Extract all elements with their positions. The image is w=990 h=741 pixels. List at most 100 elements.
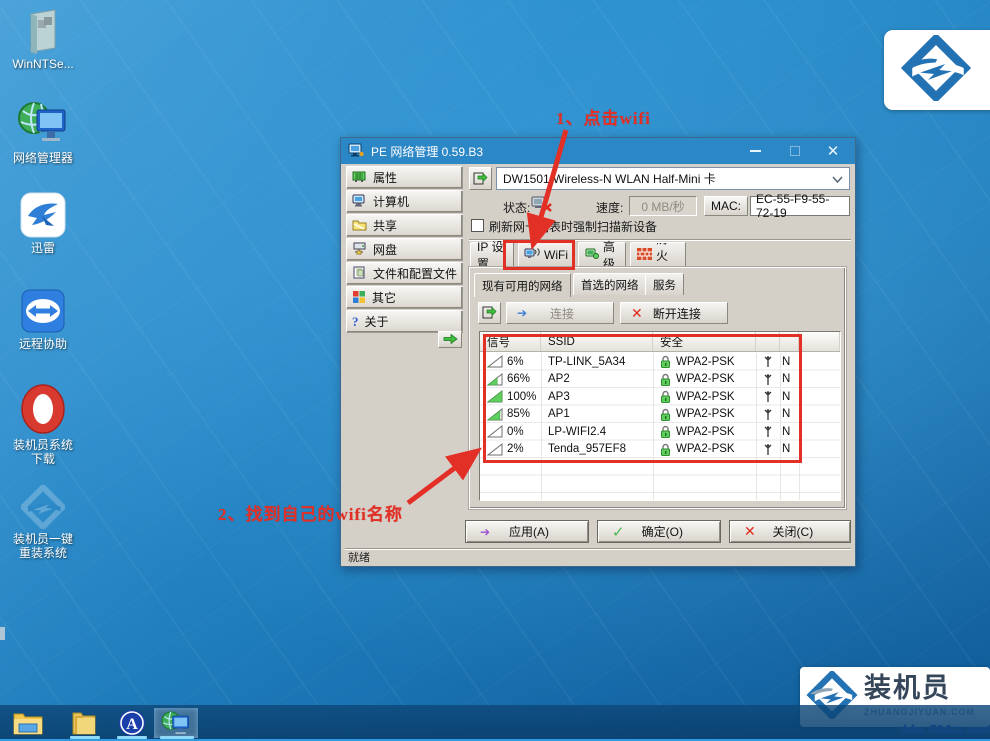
close-dialog-label: 关闭(C): [756, 523, 830, 540]
green-arrow-icon: [443, 333, 458, 347]
config-file-icon: [352, 266, 367, 282]
sidebar-label: 网盘: [373, 241, 397, 258]
tab-advanced[interactable]: 高级: [578, 242, 626, 267]
close-x-icon: ✕: [744, 523, 756, 540]
apply-button[interactable]: ➔ 应用(A): [465, 520, 589, 543]
connect-label: 连接: [527, 305, 597, 322]
thunder-bird-icon: [0, 192, 86, 238]
window-titlebar[interactable]: PE 网络管理 0.59.B3 ✕: [341, 138, 855, 164]
close-dialog-button[interactable]: ✕ 关闭(C): [729, 520, 851, 543]
desktop-icon-label: 远程协助: [0, 337, 86, 351]
teamviewer-icon: [0, 288, 86, 334]
software-box-icon: [0, 8, 86, 54]
subtab-preferred-networks[interactable]: 首选的网络: [573, 273, 647, 295]
sidebar-item-other[interactable]: 其它: [346, 286, 463, 309]
connect-button[interactable]: ➔ 连接: [506, 302, 614, 324]
sidebar-label: 关于: [365, 313, 389, 330]
svg-text:A: A: [126, 716, 138, 733]
subtab-services[interactable]: 服务: [645, 273, 684, 295]
refresh-networks-button[interactable]: [478, 302, 501, 324]
sidebar-label: 其它: [372, 289, 396, 306]
subtab-label: 服务: [653, 277, 676, 293]
minimize-button[interactable]: [735, 138, 775, 164]
apply-label: 应用(A): [490, 523, 568, 540]
sidebar-expand-button[interactable]: [438, 331, 462, 348]
mac-value: EC-55-F9-55-72-19: [750, 196, 850, 216]
adapter-select[interactable]: DW1501 Wireless-N WLAN Half-Mini 卡: [496, 167, 850, 190]
desktop-icon-label: 下载: [0, 452, 86, 466]
disconnect-label: 断开连接: [643, 305, 711, 322]
sidebar-label: 属性: [373, 169, 397, 186]
cutoff-icon-sliver: [0, 627, 5, 640]
firewall-brick-icon: [637, 248, 652, 263]
advanced-icon: [585, 247, 599, 263]
annotation-box-network-list: [483, 334, 802, 463]
refresh-export-icon: [473, 170, 488, 188]
subtab-label: 首选的网络: [581, 277, 639, 293]
subtab-label: 现有可用的网络: [482, 278, 563, 294]
desktop-icon-label: WinNTSe...: [0, 57, 86, 71]
sidebar-item-files[interactable]: 文件和配置文件: [346, 262, 463, 285]
ok-label: 确定(O): [625, 523, 700, 540]
desktop-icon-label: 网络管理器: [0, 151, 86, 165]
taskbar-explorer-icon[interactable]: [6, 708, 50, 738]
disconnected-status-icon: [531, 195, 553, 216]
squares-icon: [352, 290, 366, 306]
sidebar-item-netdrive[interactable]: 网盘: [346, 238, 463, 261]
computer-icon: [352, 194, 367, 210]
rescan-adapter-button[interactable]: [469, 167, 492, 190]
sidebar-item-properties[interactable]: 属性: [346, 166, 463, 189]
desktop-icon-label: 装机员一键: [0, 532, 86, 546]
annotation-step1: 1、点击wifi: [556, 104, 651, 129]
sidebar-item-share[interactable]: 共享: [346, 214, 463, 237]
desktop-icon-zjy-reinstall[interactable]: 装机员一键 重装系统: [0, 485, 86, 560]
sidebar-label: 共享: [373, 217, 397, 234]
mac-label[interactable]: MAC:: [704, 196, 748, 216]
desktop-icon-zjy-download[interactable]: 装机员系统 下载: [0, 383, 86, 466]
ok-check-icon: ✓: [612, 523, 625, 541]
globe-monitor-icon: [0, 98, 86, 148]
subtab-available-networks[interactable]: 现有可用的网络: [474, 273, 571, 297]
status-label: 状态:: [503, 199, 530, 216]
annotation-box-wifi-tab: [503, 240, 575, 270]
desktop-icon-label: 装机员系统: [0, 438, 86, 452]
tab-label: 防火墙: [656, 242, 679, 267]
maximize-button[interactable]: [775, 138, 815, 164]
question-mark-icon: ?: [352, 314, 359, 330]
taskbar-network-manager-icon[interactable]: [154, 708, 198, 738]
desktop-icon-label: 重装系统: [0, 546, 86, 560]
brand-name: 装机员: [864, 673, 951, 703]
desktop-icon-xunlei[interactable]: 迅雷: [0, 192, 86, 255]
force-scan-checkbox[interactable]: [471, 219, 484, 232]
ok-button[interactable]: ✓ 确定(O): [597, 520, 721, 543]
sidebar-label: 文件和配置文件: [373, 265, 457, 282]
connect-arrow-icon: ➔: [517, 306, 527, 320]
sidebar-label: 计算机: [373, 193, 409, 210]
statusbar-text: 就绪: [348, 549, 370, 565]
network-drive-icon: [352, 242, 367, 258]
taskbar-folder-icon[interactable]: [62, 708, 106, 738]
desktop-icon-network-manager[interactable]: 网络管理器: [0, 98, 86, 165]
desktop: WinNTSe... 网络管理器 迅雷: [0, 0, 990, 741]
desktop-icon-label: 迅雷: [0, 241, 86, 255]
close-button[interactable]: ✕: [813, 138, 853, 164]
desktop-icon-winntsetup[interactable]: WinNTSe...: [0, 8, 86, 71]
zhuangjiyuan-logo-card-top: [884, 30, 990, 110]
shared-folder-icon: [352, 218, 367, 234]
statusbar: 就绪: [345, 548, 851, 564]
speed-value: 0 MB/秒: [629, 196, 697, 216]
sidebar-item-about[interactable]: ? 关于: [346, 310, 463, 333]
window-app-icon: [348, 143, 364, 160]
adapter-name: DW1501 Wireless-N WLAN Half-Mini 卡: [503, 170, 716, 187]
window-title: PE 网络管理 0.59.B3: [371, 143, 483, 160]
zhuangjiyuan-diamond-icon: [894, 35, 978, 106]
sidebar-item-computer[interactable]: 计算机: [346, 190, 463, 213]
tab-firewall[interactable]: 防火墙: [630, 242, 686, 267]
zhuangjiyuan-ghost-icon: [0, 485, 86, 529]
desktop-icon-remote-assist[interactable]: 远程协助: [0, 288, 86, 351]
chevron-down-icon: [832, 172, 843, 186]
speed-label: 速度:: [596, 199, 623, 216]
apply-arrow-icon: ➔: [480, 525, 490, 539]
disconnect-button[interactable]: ✕ 断开连接: [620, 302, 728, 324]
taskbar-a-app-icon[interactable]: A: [110, 708, 154, 738]
